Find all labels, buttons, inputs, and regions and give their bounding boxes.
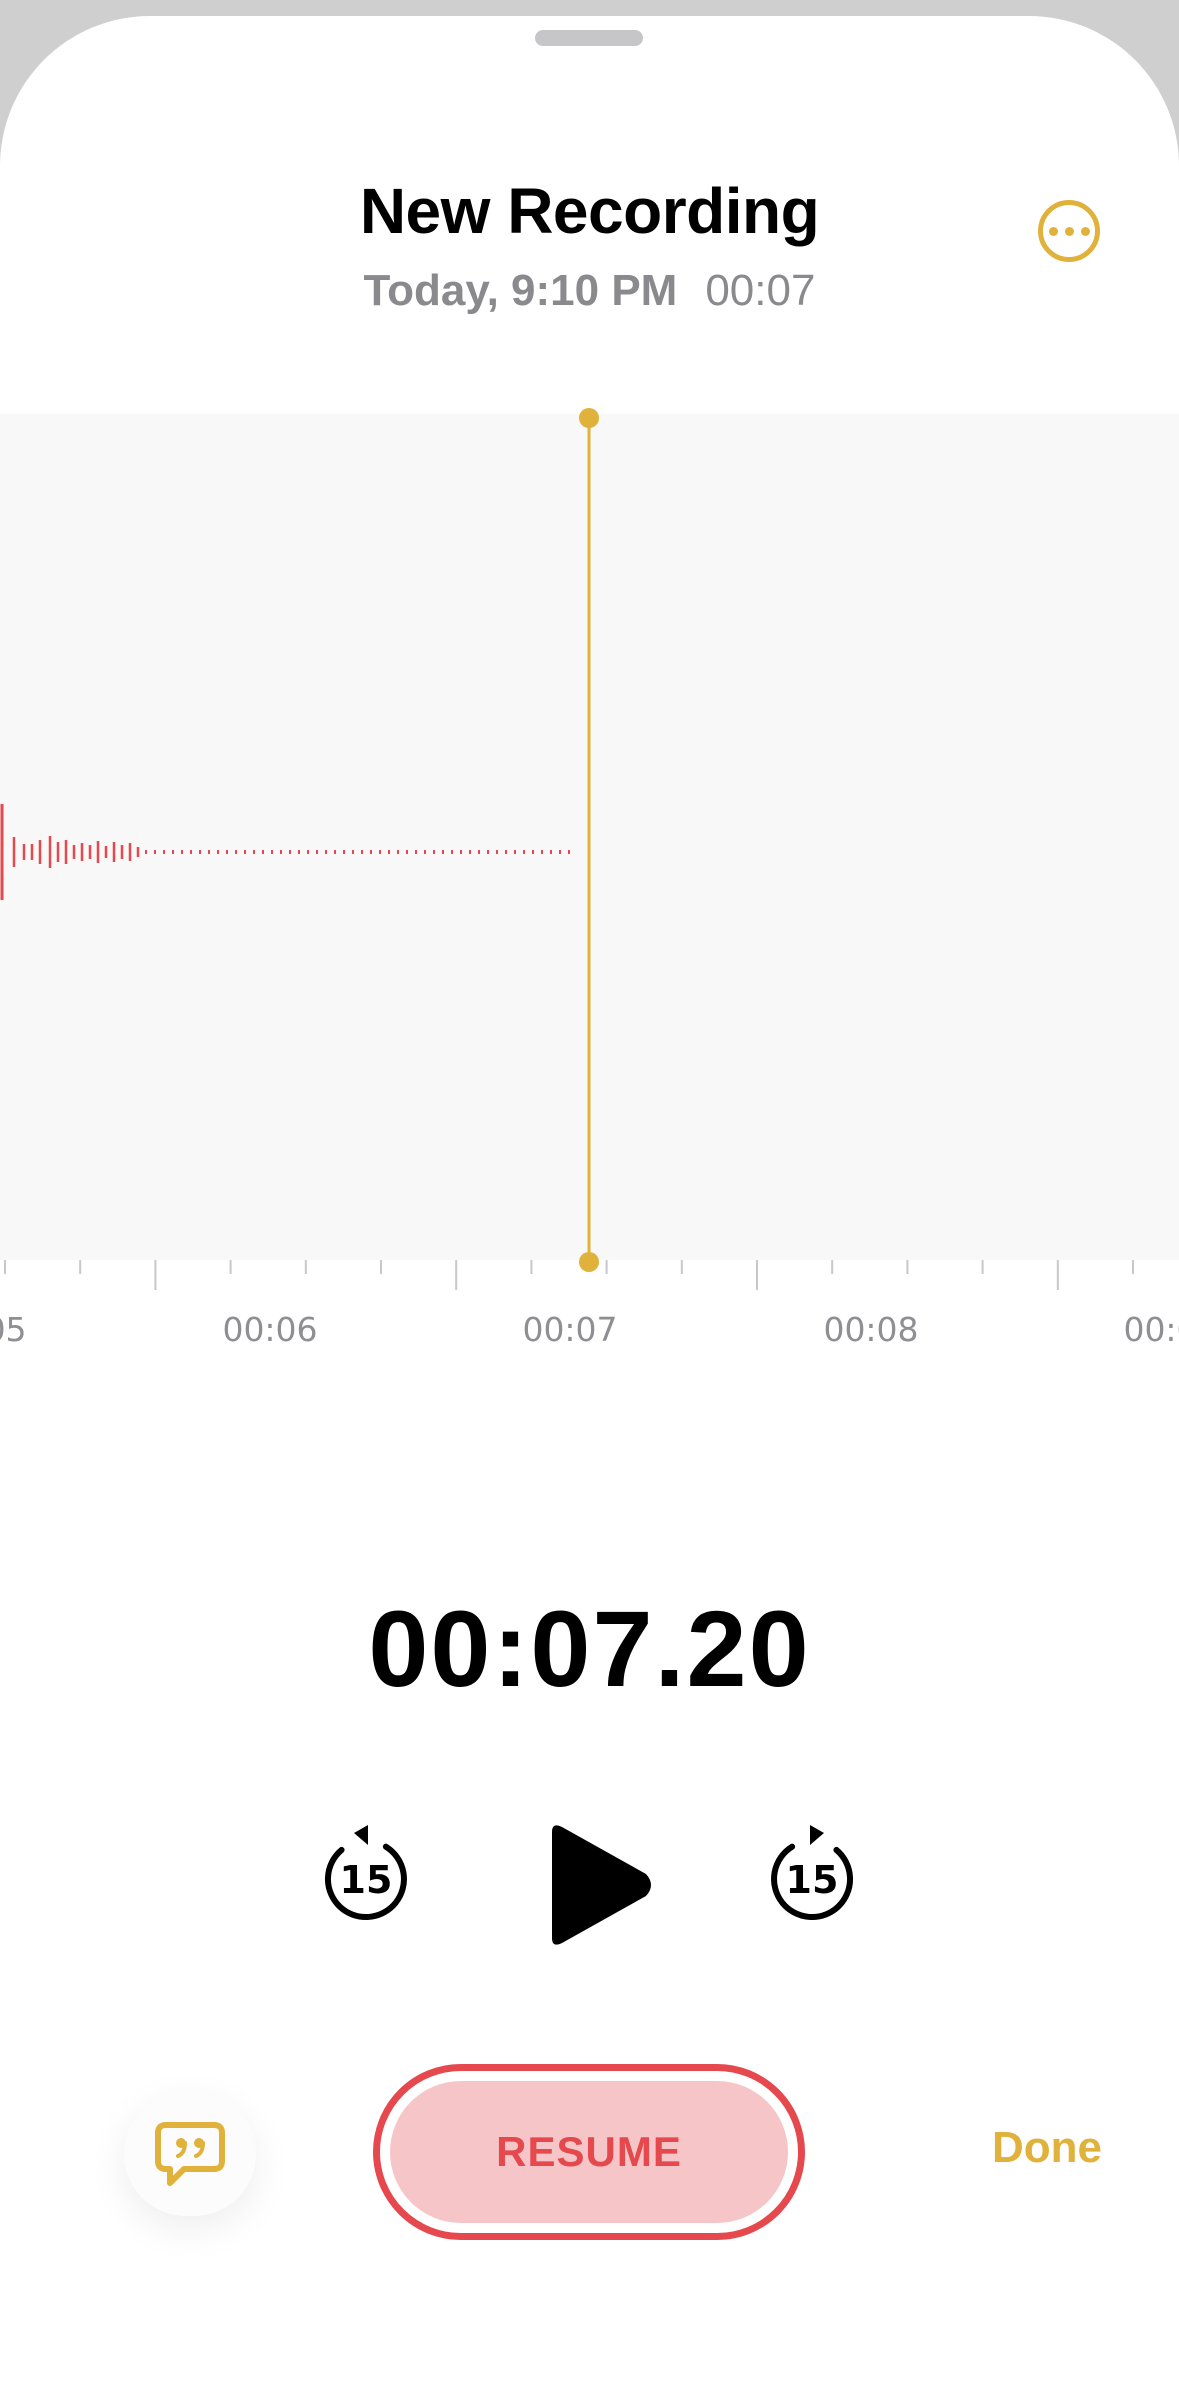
elapsed-time: 00:07.20 [368, 1588, 811, 1709]
waveform [0, 408, 599, 1260]
ellipsis-icon [1048, 226, 1058, 236]
skip-forward-seconds: 15 [786, 1858, 839, 1902]
tick-label: 00:08 [823, 1310, 919, 1349]
transcript-button[interactable] [124, 2092, 256, 2216]
tick-label: :05 [0, 1310, 27, 1349]
recording-date: Today, 9:10 PM [363, 266, 678, 315]
gobackward-15-icon: 15 [325, 1825, 407, 1920]
recording-title[interactable]: New Recording [0, 174, 1179, 248]
done-button[interactable]: Done [992, 2123, 1102, 2173]
waveform-view[interactable] [0, 408, 1179, 1260]
play-button[interactable] [538, 1822, 658, 1948]
recording-sheet: New Recording Today, 9:10 PM 00:07 :05 00… [0, 16, 1179, 2396]
skip-forward-button[interactable]: 15 [762, 1823, 862, 1923]
timeline-ruler: :05 00:06 00:07 00:08 00:09 [0, 1252, 1179, 1360]
skip-back-button[interactable]: 15 [316, 1823, 416, 1923]
playhead-bottom-handle [579, 1252, 599, 1272]
ellipsis-dot [1064, 226, 1074, 236]
tick-label: 00:06 [222, 1310, 318, 1349]
recording-duration: 00:07 [705, 266, 816, 315]
skip-back-seconds: 15 [340, 1858, 393, 1902]
ellipsis-dot [1080, 226, 1090, 236]
tick-label: 00:09 [1123, 1310, 1179, 1349]
sheet-grabber[interactable] [535, 30, 643, 46]
goforward-15-icon: 15 [771, 1825, 853, 1920]
resume-button[interactable]: RESUME [373, 2064, 805, 2240]
tick-label: 00:07 [522, 1310, 618, 1349]
more-options-button[interactable] [1038, 200, 1100, 262]
timeline-ticks [4, 1252, 1134, 1290]
resume-label: RESUME [390, 2081, 788, 2223]
recording-subtitle: Today, 9:10 PM 00:07 [0, 266, 1179, 316]
play-icon [552, 1825, 651, 1945]
quote-bubble-icon [155, 2122, 225, 2186]
playhead-top-handle [579, 408, 599, 428]
